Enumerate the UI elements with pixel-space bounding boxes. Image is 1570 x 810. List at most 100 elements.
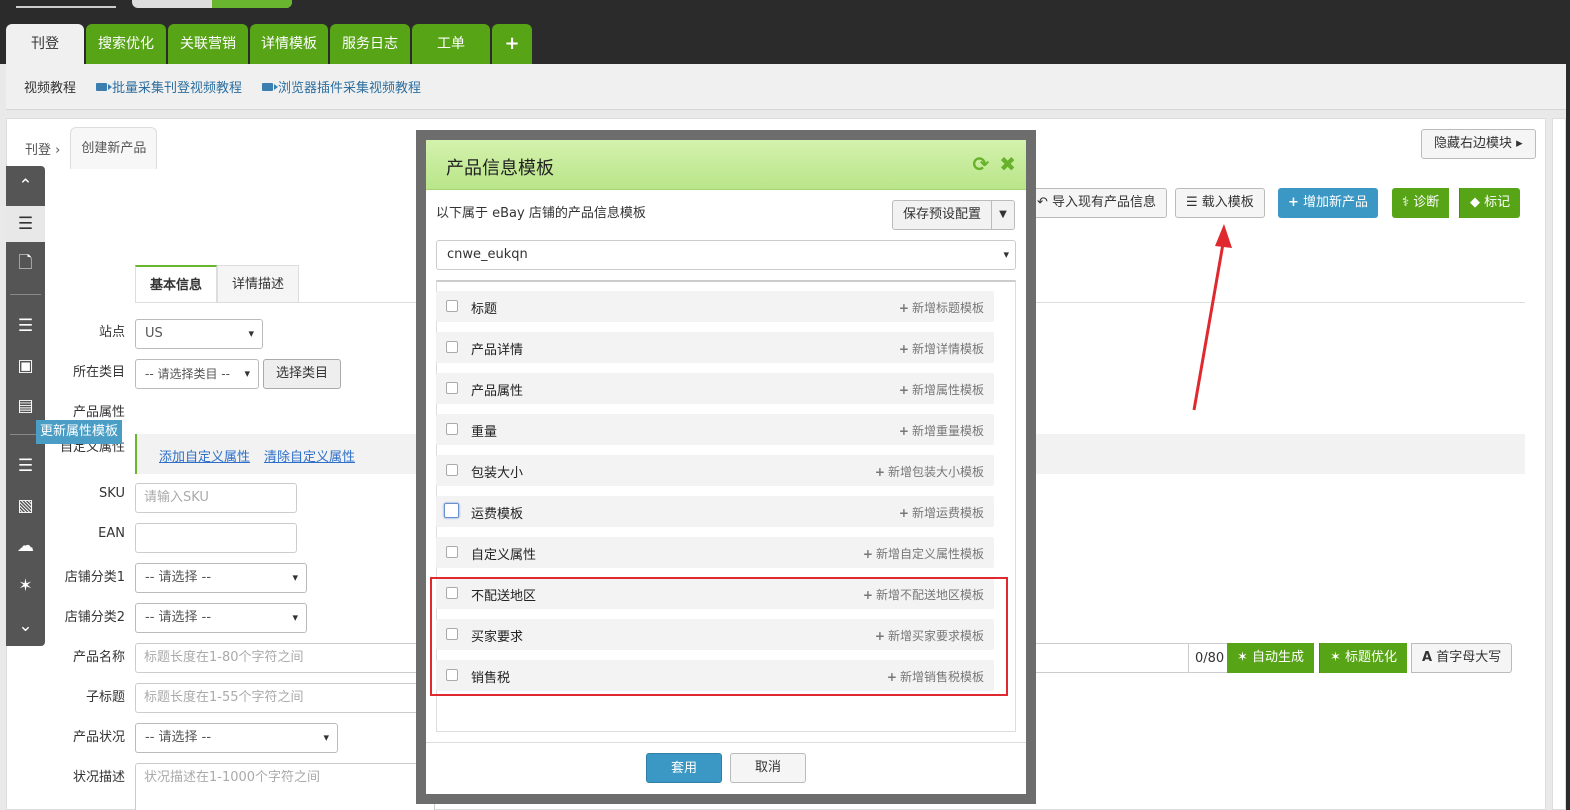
right-edge <box>1566 64 1570 810</box>
dialog-footer: 套用 取消 <box>426 742 1026 794</box>
template-name: 运费模板 <box>471 507 524 522</box>
template-row: 运费模板 + 新增运费模板 <box>436 496 994 527</box>
video-tutorial-bar: 视频教程 批量采集刊登视频教程 浏览器插件采集视频教程 <box>6 64 1570 110</box>
add-tab-button[interactable]: + <box>492 24 532 64</box>
add-template-link[interactable]: + 新增运费模板 <box>899 504 984 521</box>
cancel-button[interactable]: 取消 <box>730 753 806 783</box>
select-category-button[interactable]: 选择类目 <box>263 359 342 389</box>
template-name: 产品详情 <box>471 343 524 358</box>
clear-custom-attr-link[interactable]: 清除自定义属性 <box>264 446 355 465</box>
undo-icon: ↶ <box>1037 195 1048 210</box>
tab-service-log[interactable]: 服务日志 <box>330 24 410 64</box>
dialog-header: 产品信息模板 ⟳ ✖ <box>426 140 1026 190</box>
template-checkbox[interactable] <box>446 341 458 353</box>
capitalize-button[interactable]: A 首字母大写 <box>1411 643 1513 673</box>
link-text: 批量采集刊登视频教程 <box>112 81 243 96</box>
plus-icon: + <box>862 547 873 561</box>
update-attr-template-tooltip[interactable]: 更新属性模板 <box>36 420 123 444</box>
title-optimize-button[interactable]: ✶ 标题优化 <box>1319 643 1408 673</box>
add-template-link[interactable]: + 新增包装大小模板 <box>875 463 984 480</box>
subtitle-label: 子标题 <box>85 690 125 705</box>
template-row: 产品详情 + 新增详情模板 <box>436 332 994 363</box>
refresh-icon[interactable]: ⟳ <box>972 152 989 176</box>
apply-button[interactable]: 套用 <box>646 753 722 783</box>
logo <box>16 0 116 8</box>
shop-category2-select[interactable]: -- 请选择 -- <box>135 603 307 633</box>
condition-select[interactable]: -- 请选择 -- <box>135 723 338 753</box>
file-icon[interactable]: 🗋 <box>6 246 45 282</box>
template-checkbox[interactable] <box>446 300 458 312</box>
add-new-product-button[interactable]: + 增加新产品 <box>1278 188 1379 218</box>
plus-icon: + <box>1288 195 1299 210</box>
magic-wand-icon: ✶ <box>1330 650 1341 665</box>
main-tabs: 刊登 搜索优化 关联营销 详情模板 服务日志 工单 + <box>6 24 532 64</box>
ean-input[interactable] <box>135 523 297 553</box>
title-length-counter: 0/80 <box>1188 643 1231 673</box>
tab-detail-description[interactable]: 详情描述 <box>217 265 300 303</box>
diagnose-button[interactable]: ⚕ 诊断 <box>1392 188 1450 218</box>
shop-select[interactable]: cnwe_eukqn <box>436 240 1016 270</box>
account-switch[interactable] <box>132 0 292 8</box>
annotation-highlight-box <box>430 577 1008 696</box>
condition-desc-textarea[interactable]: 状况描述在1-1000个字符之间 <box>135 763 435 810</box>
plus-icon: + <box>898 342 909 356</box>
add-custom-attr-link[interactable]: 添加自定义属性 <box>159 446 250 465</box>
list-icon[interactable]: ☰ <box>6 206 45 242</box>
template-name: 包装大小 <box>471 466 524 481</box>
font-icon: A <box>1422 650 1433 665</box>
tab-related-marketing[interactable]: 关联营销 <box>168 24 248 64</box>
breadcrumb-current[interactable]: 创建新产品 <box>70 127 158 169</box>
template-row: 重量 + 新增重量模板 <box>436 414 994 445</box>
site-select[interactable]: US <box>135 319 263 349</box>
tab-listing[interactable]: 刊登 <box>6 24 84 64</box>
tab-basic-info[interactable]: 基本信息 <box>135 265 218 303</box>
template-row: 包装大小 + 新增包装大小模板 <box>436 455 994 486</box>
template-checkbox[interactable] <box>446 464 458 476</box>
template-checkbox[interactable] <box>446 546 458 558</box>
shop-category1-select[interactable]: -- 请选择 -- <box>135 563 307 593</box>
product-attr-label: 产品属性 <box>72 405 125 420</box>
auto-generate-button[interactable]: ✶ 自动生成 <box>1227 643 1315 673</box>
tab-detail-template[interactable]: 详情模板 <box>250 24 328 64</box>
hide-right-module-button[interactable]: 隐藏右边模块 ▸ <box>1421 129 1536 159</box>
save-preset-button[interactable]: 保存预设配置 ▼ <box>892 200 1016 230</box>
browser-plugin-video-link[interactable]: 浏览器插件采集视频教程 <box>262 77 421 96</box>
save-preset-label[interactable]: 保存预设配置 <box>893 201 993 229</box>
template-checkbox[interactable] <box>446 382 458 394</box>
template-checkbox[interactable] <box>444 503 459 518</box>
tag-icon: ◆ <box>1470 195 1480 210</box>
plus-icon: + <box>898 424 909 438</box>
template-name: 自定义属性 <box>471 548 537 563</box>
category-label: 所在类目 <box>72 365 125 380</box>
breadcrumb-root[interactable]: 刊登 › <box>7 139 70 158</box>
add-template-link[interactable]: + 新增自定义属性模板 <box>863 545 984 562</box>
plus-icon: + <box>874 465 885 479</box>
shop-category2-label: 店铺分类2 <box>64 610 125 625</box>
add-template-link[interactable]: + 新增重量模板 <box>899 422 984 439</box>
sku-input[interactable]: 请输入SKU <box>135 483 297 513</box>
load-template-button[interactable]: ☰ 载入模板 <box>1175 188 1265 218</box>
template-name: 产品属性 <box>471 384 524 399</box>
caret-down-icon[interactable]: ▼ <box>992 201 1014 229</box>
video-camera-icon <box>262 82 279 91</box>
tab-ticket[interactable]: 工单 <box>412 24 490 64</box>
add-template-link[interactable]: + 新增标题模板 <box>899 299 984 316</box>
mark-button[interactable]: ◆ 标记 <box>1459 188 1521 218</box>
category-select[interactable]: -- 请选择类目 -- <box>135 359 259 389</box>
ean-label: EAN <box>98 526 125 541</box>
tab-search-optimize[interactable]: 搜索优化 <box>86 24 166 64</box>
batch-collect-video-link[interactable]: 批量采集刊登视频教程 <box>96 77 242 96</box>
stethoscope-icon: ⚕ <box>1402 195 1410 210</box>
close-icon[interactable]: ✖ <box>999 152 1016 176</box>
sku-label: SKU <box>99 486 125 501</box>
subtitle-input[interactable]: 标题长度在1-55个字符之间 <box>135 683 435 713</box>
add-template-link[interactable]: + 新增详情模板 <box>899 340 984 357</box>
chevron-up-icon[interactable]: ⌃ <box>6 168 45 204</box>
plus-icon: + <box>898 506 909 520</box>
template-row: 自定义属性 + 新增自定义属性模板 <box>436 537 994 568</box>
video-camera-icon <box>96 82 113 91</box>
template-checkbox[interactable] <box>446 423 458 435</box>
dialog-title: 产品信息模板 <box>446 158 554 179</box>
add-template-link[interactable]: + 新增属性模板 <box>899 381 984 398</box>
import-existing-button[interactable]: ↶ 导入现有产品信息 <box>1026 188 1168 218</box>
